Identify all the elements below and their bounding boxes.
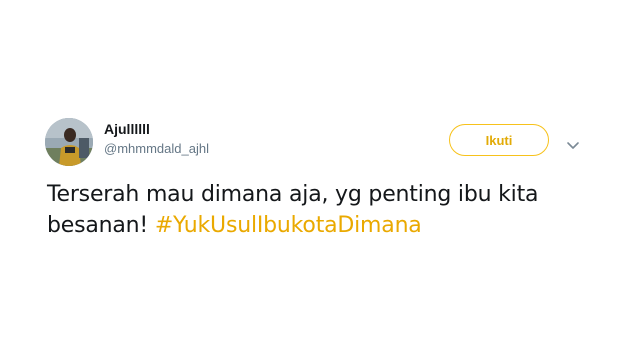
user-handle[interactable]: @mhmmdald_ajhl bbox=[104, 141, 209, 156]
chevron-down-icon[interactable] bbox=[566, 136, 580, 149]
display-name[interactable]: Ajullllll bbox=[104, 121, 150, 137]
avatar[interactable] bbox=[45, 118, 93, 166]
tweet-card: Ajullllll @mhmmdald_ajhl Ikuti Terserah … bbox=[0, 0, 640, 360]
user-avatar-image bbox=[45, 118, 93, 166]
hashtag-link[interactable]: #YukUsulIbukotaDimana bbox=[155, 213, 422, 238]
follow-button[interactable]: Ikuti bbox=[449, 124, 549, 156]
tweet-text: Terserah mau dimana aja, yg penting ibu … bbox=[47, 179, 607, 241]
